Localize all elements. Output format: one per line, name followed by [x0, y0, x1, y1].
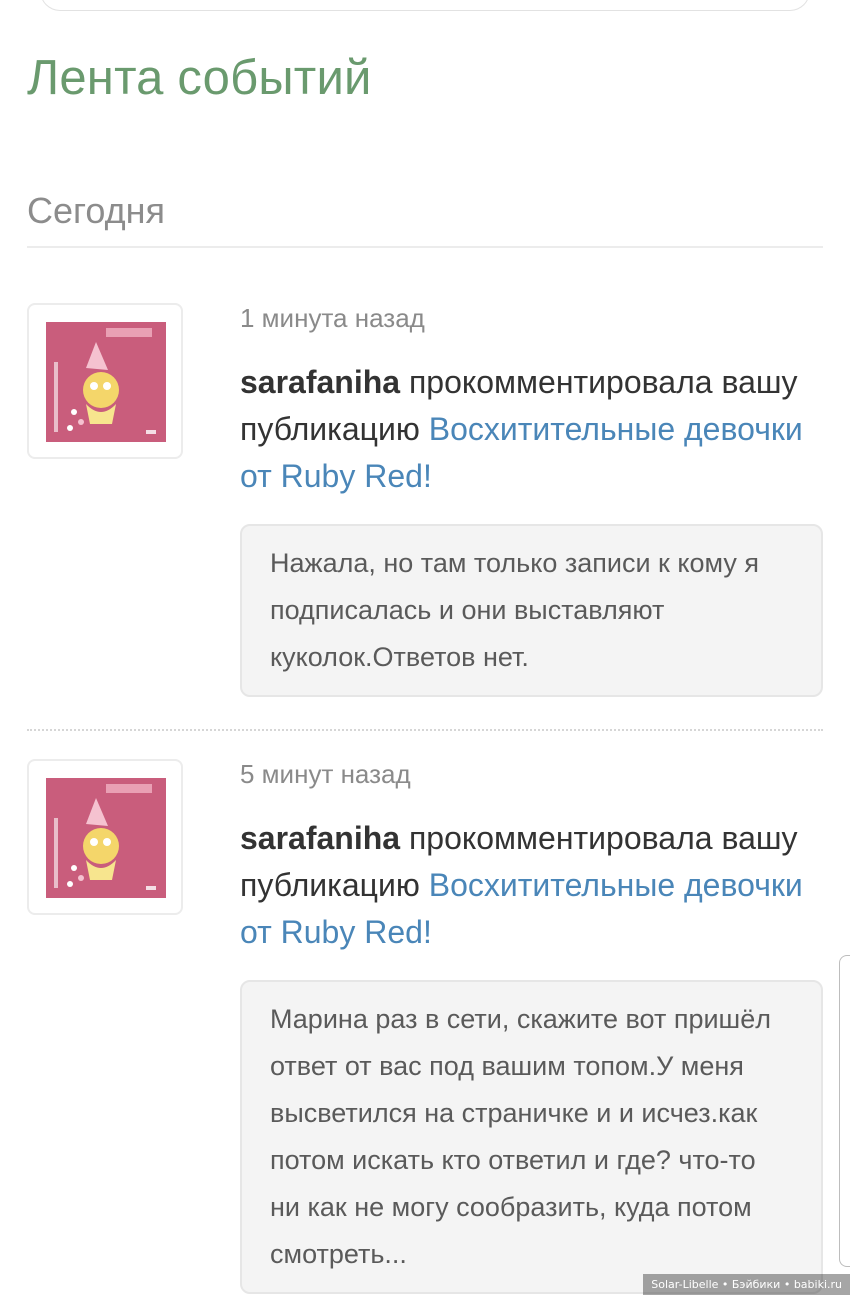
- event-timestamp: 5 минут назад: [240, 759, 411, 789]
- event-feed-page: Лента событий Сегодня 1 минута назад sar…: [0, 0, 850, 1295]
- event-timestamp: 1 минута назад: [240, 303, 425, 333]
- event-body: 1 минута назад sarafaniha прокомментиров…: [240, 303, 823, 697]
- event-username[interactable]: sarafaniha: [240, 364, 400, 400]
- event-body: 5 минут назад sarafaniha прокомментирова…: [240, 759, 823, 1294]
- event-description: sarafaniha прокомментировала вашу публик…: [240, 815, 823, 956]
- top-card-edge: [40, 0, 810, 11]
- avatar[interactable]: [46, 322, 166, 442]
- event-username[interactable]: sarafaniha: [240, 820, 400, 856]
- event-description: sarafaniha прокомментировала вашу публик…: [240, 359, 823, 500]
- day-header: Сегодня: [27, 190, 165, 231]
- scroll-handle[interactable]: [839, 955, 850, 1267]
- user-avatar-frame[interactable]: [27, 759, 183, 915]
- avatar[interactable]: [46, 778, 166, 898]
- comment-text: Марина раз в сети, скажите вот пришёл от…: [240, 980, 823, 1294]
- event-separator: [27, 729, 823, 731]
- day-divider: [27, 246, 823, 248]
- page-title: Лента событий: [27, 51, 372, 105]
- watermark: Solar-Libelle • Бэйбики • babiki.ru: [643, 1274, 850, 1295]
- user-avatar-frame[interactable]: [27, 303, 183, 459]
- comment-text: Нажала, но там только записи к кому я по…: [240, 524, 823, 697]
